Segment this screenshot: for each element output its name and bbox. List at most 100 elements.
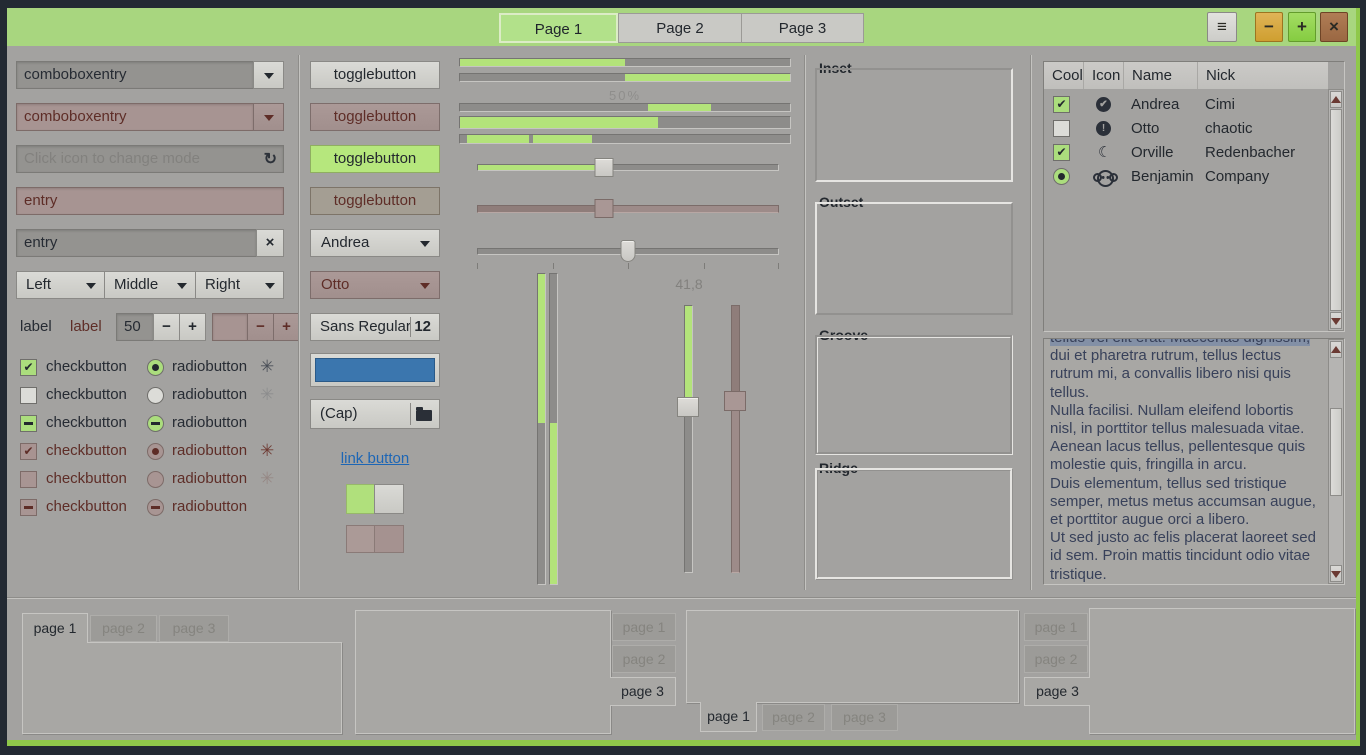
combo-left[interactable]: Left (16, 271, 105, 299)
titlebar-tab-page3[interactable]: Page 3 (742, 13, 864, 43)
scroll-up-button[interactable] (1330, 341, 1342, 358)
radiobutton-mixed-disabled (147, 499, 164, 516)
color-button[interactable] (310, 353, 440, 387)
table-row[interactable]: Benjamin Company (1044, 165, 1328, 189)
scroll-down-button[interactable] (1330, 312, 1342, 329)
column-header-cool[interactable]: Cool (1044, 62, 1084, 89)
textview-content[interactable]: tellus vel elit erat. Maecenas dignissim… (1050, 338, 1324, 585)
icon-mode-entry[interactable]: Click icon to change mode ↻ (16, 145, 284, 173)
textview[interactable]: tellus vel elit erat. Maecenas dignissim… (1043, 338, 1345, 585)
cell-name: Otto (1131, 117, 1159, 141)
table-row[interactable]: ! Otto chaotic (1044, 117, 1328, 141)
nb4-tab-page1[interactable]: page 1 (1024, 613, 1088, 641)
minimize-button[interactable]: − (1255, 12, 1283, 42)
row-radio-checked[interactable] (1053, 168, 1070, 185)
titlebar[interactable]: Page 1 Page 2 Page 3 ≡ − + × (7, 8, 1356, 46)
checkbox-checked[interactable]: ✔ (20, 359, 37, 376)
switch-handle (346, 525, 375, 553)
scroll-down-button[interactable] (1330, 565, 1342, 582)
cell-name: Benjamin (1131, 165, 1194, 189)
scrollbar-thumb[interactable] (1330, 109, 1342, 311)
radiobutton-label[interactable]: radiobutton (172, 386, 247, 403)
row-checkbox-unchecked[interactable] (1053, 120, 1070, 137)
textview-line: Aenean lacus tellus, pellentesque quis (1050, 438, 1324, 456)
row-checkbox-checked[interactable]: ✔ (1053, 144, 1070, 161)
file-chooser-button[interactable]: (Cap) (310, 399, 440, 429)
cell-nick: chaotic (1205, 117, 1253, 141)
radiobutton-label[interactable]: radiobutton (172, 414, 247, 431)
hscale-with-marks[interactable] (477, 238, 779, 270)
column-header-icon[interactable]: Icon (1084, 62, 1124, 89)
radiobutton-checked[interactable] (147, 359, 164, 376)
table-row[interactable]: ✔ ☾ Orville Redenbacher (1044, 141, 1328, 165)
nb2-tab-page3[interactable]: page 3 (610, 677, 676, 706)
scrollbar-thumb[interactable] (1330, 408, 1342, 495)
checkbutton-label[interactable]: checkbutton (46, 358, 127, 375)
togglebutton-active[interactable]: togglebutton (310, 145, 440, 173)
radiobutton-unchecked[interactable] (147, 387, 164, 404)
table-row[interactable]: ✔ ✔ Andrea Cimi (1044, 93, 1328, 117)
switch-on[interactable] (346, 484, 404, 514)
nb4-tab-page3[interactable]: page 3 (1024, 677, 1090, 706)
combo-right[interactable]: Right (195, 271, 284, 299)
radiobutton-mixed[interactable] (147, 415, 164, 432)
checkbutton-label[interactable]: checkbutton (46, 414, 127, 431)
nb1-tab-page3[interactable]: page 3 (159, 615, 229, 642)
hscale[interactable] (477, 157, 779, 179)
column-header-name[interactable]: Name (1124, 62, 1198, 89)
triangle-up-icon (1331, 346, 1341, 353)
hscale-handle (594, 199, 613, 218)
nb3-tab-page2[interactable]: page 2 (762, 704, 825, 731)
titlebar-tab-page1[interactable]: Page 1 (499, 13, 618, 43)
scroll-up-button[interactable] (1330, 91, 1342, 108)
nb3-tab-page1[interactable]: page 1 (700, 702, 757, 732)
monkey-face-icon (1097, 170, 1114, 187)
clear-entry-button[interactable]: × (256, 229, 284, 257)
nb2-tab-page1[interactable]: page 1 (612, 613, 676, 641)
nb1-tab-page1[interactable]: page 1 (22, 613, 88, 643)
refresh-icon[interactable]: ↻ (264, 149, 277, 169)
combo-middle[interactable]: Middle (104, 271, 196, 299)
spin-minus-button[interactable]: − (153, 313, 180, 341)
column-header-nick[interactable]: Nick (1198, 62, 1328, 89)
nb2-tab-page2[interactable]: page 2 (612, 645, 676, 673)
spin-plus-button[interactable]: + (179, 313, 206, 341)
checkbutton-label[interactable]: checkbutton (46, 386, 127, 403)
hscale-handle[interactable] (621, 240, 636, 262)
radiobutton-label[interactable]: radiobutton (172, 358, 247, 375)
nb1-tab-page2[interactable]: page 2 (90, 615, 157, 642)
chevron-down-icon (265, 283, 275, 289)
comboboxentry-input[interactable]: comboboxentry (16, 61, 254, 89)
separator (7, 597, 1356, 598)
textview-scrollbar[interactable] (1328, 339, 1344, 584)
label-normal: label (20, 318, 52, 335)
vscale-handle[interactable] (677, 397, 699, 417)
menu-button[interactable]: ≡ (1207, 12, 1237, 42)
spinbutton-value[interactable]: 50 (116, 313, 154, 341)
checkbox-mixed[interactable] (20, 415, 37, 432)
row-checkbox-checked[interactable]: ✔ (1053, 96, 1070, 113)
titlebar-tab-page2[interactable]: Page 2 (618, 13, 742, 43)
hscale-trough (477, 205, 779, 213)
vscale[interactable] (677, 305, 699, 573)
process-spinner-icon: ✳ (260, 441, 274, 461)
combobox-andrea[interactable]: Andrea (310, 229, 440, 257)
togglebutton-normal[interactable]: togglebutton (310, 61, 440, 89)
close-button[interactable]: × (1320, 12, 1348, 42)
nb3-tab-page3[interactable]: page 3 (831, 704, 898, 731)
switch-handle[interactable] (374, 484, 404, 514)
link-button[interactable]: link button (341, 450, 409, 467)
progress-fill (550, 423, 557, 584)
nb4-tab-page2[interactable]: page 2 (1024, 645, 1088, 673)
font-button[interactable]: Sans Regular 12 (310, 313, 440, 341)
scale-mark (704, 263, 705, 269)
entry-with-clear[interactable]: entry (16, 229, 257, 257)
progress-percent-label: 50% (459, 88, 791, 103)
hscale-trough[interactable] (477, 164, 779, 171)
checkbox-unchecked[interactable] (20, 387, 37, 404)
vscale-trough[interactable] (684, 305, 693, 573)
maximize-button[interactable]: + (1288, 12, 1316, 42)
hscale-handle[interactable] (594, 158, 613, 177)
table-scrollbar[interactable] (1328, 89, 1344, 331)
comboboxentry-dropdown-button[interactable] (253, 61, 284, 89)
